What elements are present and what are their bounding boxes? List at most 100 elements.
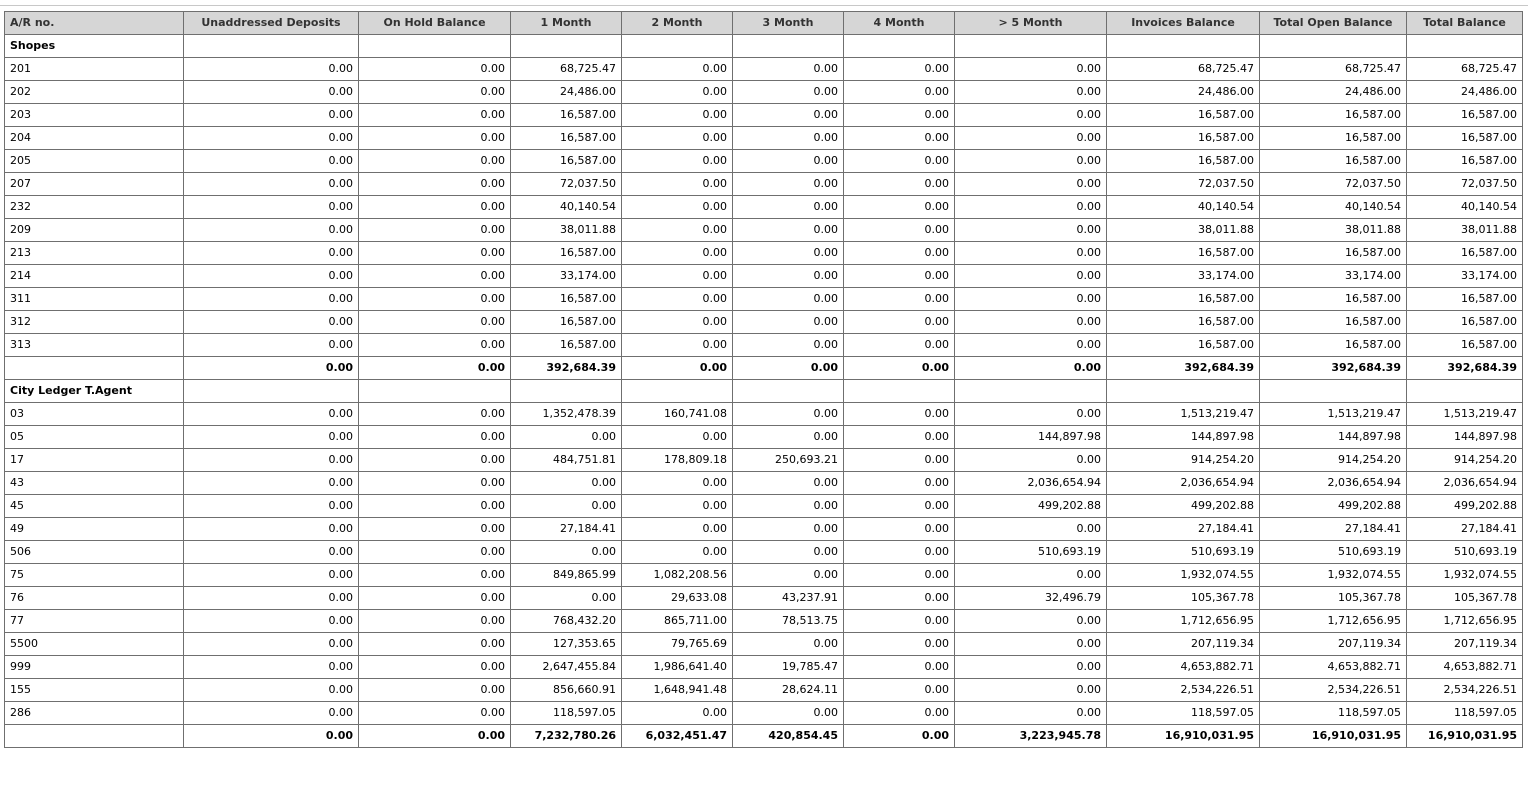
column-header[interactable]: On Hold Balance [358, 11, 511, 35]
column-header[interactable]: 2 Month [621, 11, 733, 35]
amount-cell: 32,496.79 [954, 586, 1107, 610]
amount-cell: 0.00 [843, 287, 955, 311]
amount-cell: 0.00 [358, 448, 511, 472]
table-row[interactable]: 312 0.00 0.00 16,587.00 0.00 0.00 0.00 0.00 16,5… [4, 310, 1523, 334]
total-cell: 392,684.39 [1106, 356, 1260, 380]
amount-cell: 0.00 [732, 241, 844, 265]
table-row[interactable]: 205 0.00 0.00 16,587.00 0.00 0.00 0.00 0.00 16,5… [4, 149, 1523, 173]
table-row[interactable]: 05 0.00 0.00 0.00 0.00 0.00 0.00 144,897.98 144,… [4, 425, 1523, 449]
amount-cell: 0.00 [510, 425, 622, 449]
table-row[interactable]: 232 0.00 0.00 40,140.54 0.00 0.00 0.00 0.00 40,1… [4, 195, 1523, 219]
amount-cell: 0.00 [358, 632, 511, 656]
ar-number-cell: 209 [4, 218, 184, 242]
column-header[interactable]: 4 Month [843, 11, 955, 35]
amount-cell: 24,486.00 [1259, 80, 1407, 104]
amount-cell: 0.00 [843, 586, 955, 610]
table-row[interactable]: 45 0.00 0.00 0.00 0.00 0.00 0.00 499,202.88 499,… [4, 494, 1523, 518]
total-label-cell [4, 356, 184, 380]
amount-cell: 0.00 [843, 310, 955, 334]
amount-cell: 0.00 [954, 333, 1107, 357]
total-cell: 392,684.39 [1259, 356, 1407, 380]
ar-number-cell: 207 [4, 172, 184, 196]
table-row[interactable]: 155 0.00 0.00 856,660.91 1,648,941.48 28,624.… [4, 678, 1523, 702]
amount-cell: 0.00 [732, 172, 844, 196]
table-row[interactable]: 49 0.00 0.00 27,184.41 0.00 0.00 0.00 0.00 27,18… [4, 517, 1523, 541]
ar-number-cell: 05 [4, 425, 184, 449]
amount-cell: 0.00 [732, 80, 844, 104]
column-header[interactable]: A/R no. [4, 11, 184, 35]
table-row[interactable]: 214 0.00 0.00 33,174.00 0.00 0.00 0.00 0.00 33,1… [4, 264, 1523, 288]
amount-cell: 1,648,941.48 [621, 678, 733, 702]
table-row[interactable]: 77 0.00 0.00 768,432.20 865,711.00 78,513.75 0… [4, 609, 1523, 633]
amount-cell: 38,011.88 [1406, 218, 1523, 242]
total-cell: 392,684.39 [510, 356, 622, 380]
table-row[interactable]: 506 0.00 0.00 0.00 0.00 0.00 0.00 510,693.19 510… [4, 540, 1523, 564]
table-row[interactable]: 43 0.00 0.00 0.00 0.00 0.00 0.00 2,036,654.94 2,… [4, 471, 1523, 495]
amount-cell: 0.00 [621, 57, 733, 81]
amount-cell: 0.00 [621, 172, 733, 196]
amount-cell: 207,119.34 [1406, 632, 1523, 656]
amount-cell: 0.00 [954, 149, 1107, 173]
amount-cell: 0.00 [183, 126, 359, 150]
total-cell: 16,910,031.95 [1259, 724, 1407, 748]
total-cell: 7,232,780.26 [510, 724, 622, 748]
amount-cell: 16,587.00 [1406, 126, 1523, 150]
table-row[interactable]: 207 0.00 0.00 72,037.50 0.00 0.00 0.00 0.00 72,0… [4, 172, 1523, 196]
amount-cell: 510,693.19 [1406, 540, 1523, 564]
amount-cell: 0.00 [843, 172, 955, 196]
table-row[interactable]: 286 0.00 0.00 118,597.05 0.00 0.00 0.00 0.00 118… [4, 701, 1523, 725]
table-row[interactable]: 202 0.00 0.00 24,486.00 0.00 0.00 0.00 0.00 24,4… [4, 80, 1523, 104]
table-row[interactable]: 5500 0.00 0.00 127,353.65 79,765.69 0.00 0.00 0… [4, 632, 1523, 656]
table-row[interactable]: 03 0.00 0.00 1,352,478.39 160,741.08 0.00 0.00… [4, 402, 1523, 426]
column-header[interactable]: > 5 Month [954, 11, 1107, 35]
amount-cell: 4,653,882.71 [1106, 655, 1260, 679]
ar-number-cell: 202 [4, 80, 184, 104]
amount-cell: 68,725.47 [510, 57, 622, 81]
ar-number-cell: 17 [4, 448, 184, 472]
amount-cell: 105,367.78 [1259, 586, 1407, 610]
empty-cell [621, 379, 733, 403]
amount-cell: 0.00 [183, 425, 359, 449]
amount-cell: 0.00 [954, 402, 1107, 426]
table-row[interactable]: 311 0.00 0.00 16,587.00 0.00 0.00 0.00 0.00 16,5… [4, 287, 1523, 311]
column-header[interactable]: Total Open Balance [1259, 11, 1407, 35]
amount-cell: 0.00 [732, 333, 844, 357]
table-row[interactable]: 76 0.00 0.00 0.00 29,633.08 43,237.91 0.00 32,4… [4, 586, 1523, 610]
amount-cell: 1,932,074.55 [1259, 563, 1407, 587]
table-row[interactable]: 313 0.00 0.00 16,587.00 0.00 0.00 0.00 0.00 16,5… [4, 333, 1523, 357]
table-row[interactable]: 999 0.00 0.00 2,647,455.84 1,986,641.40 19,78… [4, 655, 1523, 679]
column-header[interactable]: 3 Month [732, 11, 844, 35]
amount-cell: 0.00 [183, 678, 359, 702]
amount-cell: 0.00 [358, 103, 511, 127]
amount-cell: 72,037.50 [1106, 172, 1260, 196]
column-header[interactable]: 1 Month [510, 11, 622, 35]
table-row[interactable]: 209 0.00 0.00 38,011.88 0.00 0.00 0.00 0.00 38,0… [4, 218, 1523, 242]
column-header[interactable]: Unaddressed Deposits [183, 11, 359, 35]
amount-cell: 0.00 [954, 241, 1107, 265]
column-header[interactable]: Total Balance [1406, 11, 1523, 35]
amount-cell: 0.00 [358, 655, 511, 679]
amount-cell: 78,513.75 [732, 609, 844, 633]
aging-table: A/R no. Unaddressed Deposits On Hold Balan… [4, 11, 1523, 748]
amount-cell: 16,587.00 [510, 103, 622, 127]
amount-cell: 0.00 [621, 517, 733, 541]
empty-cell [358, 34, 511, 58]
amount-cell: 24,486.00 [510, 80, 622, 104]
amount-cell: 0.00 [358, 701, 511, 725]
table-row[interactable]: 17 0.00 0.00 484,751.81 178,809.18 250,693.21… [4, 448, 1523, 472]
ar-number-cell: 214 [4, 264, 184, 288]
column-header[interactable]: Invoices Balance [1106, 11, 1260, 35]
empty-cell [732, 379, 844, 403]
amount-cell: 0.00 [732, 517, 844, 541]
table-row[interactable]: 203 0.00 0.00 16,587.00 0.00 0.00 0.00 0.00 16,5… [4, 103, 1523, 127]
amount-cell: 0.00 [621, 218, 733, 242]
table-row[interactable]: 201 0.00 0.00 68,725.47 0.00 0.00 0.00 0.00 68,7… [4, 57, 1523, 81]
ar-number-cell: 43 [4, 471, 184, 495]
table-row[interactable]: 75 0.00 0.00 849,865.99 1,082,208.56 0.00 0.00… [4, 563, 1523, 587]
amount-cell: 0.00 [183, 333, 359, 357]
table-row[interactable]: 213 0.00 0.00 16,587.00 0.00 0.00 0.00 0.00 16,5… [4, 241, 1523, 265]
amount-cell: 0.00 [732, 149, 844, 173]
table-row[interactable]: 204 0.00 0.00 16,587.00 0.00 0.00 0.00 0.00 16,5… [4, 126, 1523, 150]
amount-cell: 0.00 [183, 563, 359, 587]
empty-cell [183, 34, 359, 58]
